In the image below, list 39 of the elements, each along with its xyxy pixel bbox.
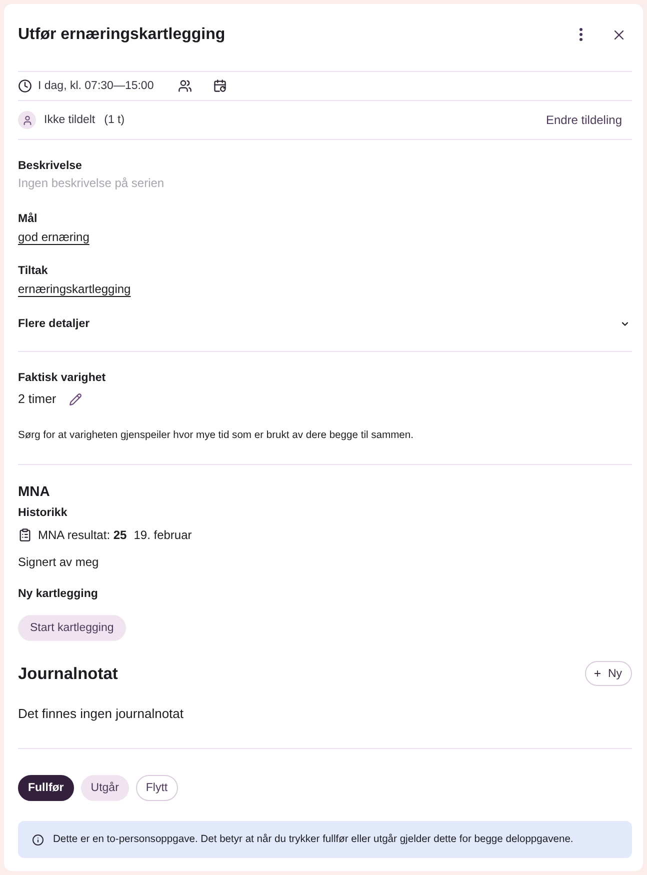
section-label: Ny kartlegging bbox=[18, 587, 98, 602]
field-value: Ingen beskrivelse på serien bbox=[18, 175, 164, 191]
time-range: I dag, kl. 07:30—15:00 bbox=[38, 79, 154, 94]
section-label: Faktisk varighet bbox=[18, 371, 106, 386]
plus-icon bbox=[592, 669, 602, 678]
vertical-dots-icon bbox=[579, 28, 583, 41]
duration-note: Sørg for at varigheten gjenspeiler hvor mye tid som er brukt av dere begge til sammen. bbox=[18, 429, 414, 443]
assignee-status: Ikke tildelt bbox=[44, 113, 96, 128]
person-avatar-icon bbox=[18, 111, 36, 129]
calendar-icon[interactable] bbox=[212, 79, 227, 93]
field-label: Mål bbox=[18, 212, 38, 227]
action-button[interactable]: Utgår bbox=[80, 775, 129, 801]
signed-by: Signert av meg bbox=[18, 554, 99, 571]
action-button[interactable]: Fullfør bbox=[18, 775, 74, 801]
pencil-icon bbox=[69, 392, 82, 406]
info-icon bbox=[32, 834, 44, 846]
section-title: MNA bbox=[18, 482, 50, 500]
change-assignment-button[interactable]: Endre tildeling bbox=[546, 113, 622, 127]
field-label: Beskrivelse bbox=[18, 159, 82, 174]
mna-result: MNA resultat: 25 bbox=[38, 527, 127, 544]
clipboard-icon bbox=[18, 528, 32, 542]
field-link[interactable]: god ernæring bbox=[18, 229, 90, 245]
dialog-title: Utfør ernæringskartlegging bbox=[18, 24, 226, 44]
field-label: Tiltak bbox=[18, 264, 48, 279]
clock-icon bbox=[18, 79, 32, 93]
start-assessment-button[interactable]: Start kartlegging bbox=[18, 615, 126, 641]
section-title: Journalnotat bbox=[18, 664, 118, 684]
more-details-toggle[interactable]: Flere detaljer bbox=[18, 316, 632, 332]
people-icon[interactable] bbox=[178, 79, 192, 93]
empty-message: Det finnes ingen journalnotat bbox=[18, 705, 184, 723]
section-label: Historikk bbox=[18, 506, 68, 521]
info-text: Dette er en to-personsoppgave. Det betyr at når du trykker fullfør eller utgår gjelder dette for begge deloppgavene. bbox=[53, 833, 574, 846]
action-button[interactable]: Flytt bbox=[136, 775, 178, 801]
edit-button[interactable] bbox=[69, 392, 82, 406]
duration-value: 2 timer bbox=[18, 391, 56, 408]
field-link[interactable]: ernæringskartlegging bbox=[18, 281, 131, 297]
new-note-button[interactable]: Ny bbox=[584, 661, 632, 686]
result-date: 19. februar bbox=[134, 527, 192, 544]
task-count: (1 t) bbox=[104, 113, 125, 128]
